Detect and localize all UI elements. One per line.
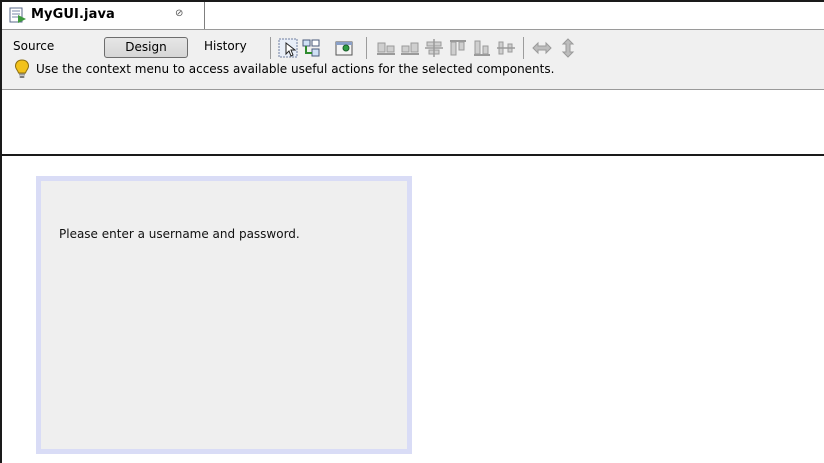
toolbar-separator	[523, 37, 524, 59]
lightbulb-icon	[14, 59, 30, 78]
hint-text: Use the context menu to access available…	[36, 62, 555, 76]
toolbar-separator	[270, 37, 271, 59]
selection-mode-icon[interactable]	[278, 38, 298, 58]
align-top-icon[interactable]	[448, 38, 468, 58]
source-view-button[interactable]: Source	[4, 37, 63, 58]
editor-tab-bar: MyGUI.java ⊘	[2, 2, 824, 29]
java-file-icon	[9, 7, 26, 23]
align-right-icon[interactable]	[400, 38, 420, 58]
close-icon[interactable]: ⊘	[175, 8, 183, 19]
preview-design-icon[interactable]	[334, 38, 354, 58]
connection-mode-icon[interactable]	[301, 38, 321, 58]
align-left-icon[interactable]	[376, 38, 396, 58]
center-vertically-icon[interactable]	[496, 38, 516, 58]
jframe-form-panel[interactable]: Please enter a username and password.	[36, 176, 412, 454]
tab-title: MyGUI.java	[31, 7, 115, 22]
history-view-button[interactable]: History	[195, 37, 256, 58]
form-instruction-label[interactable]: Please enter a username and password.	[59, 227, 300, 241]
align-bottom-icon[interactable]	[472, 38, 492, 58]
vertical-resize-icon[interactable]	[558, 38, 578, 58]
hint-bar: Use the context menu to access available…	[14, 57, 554, 81]
toolbar-separator	[366, 37, 367, 59]
canvas-divider	[2, 154, 824, 156]
design-view-button[interactable]: Design	[104, 37, 188, 58]
file-tab[interactable]: MyGUI.java ⊘	[2, 2, 205, 29]
editor-window: MyGUI.java ⊘ Source Design History Use t…	[0, 0, 824, 463]
center-horizontally-icon[interactable]	[424, 38, 444, 58]
horizontal-resize-icon[interactable]	[532, 38, 552, 58]
